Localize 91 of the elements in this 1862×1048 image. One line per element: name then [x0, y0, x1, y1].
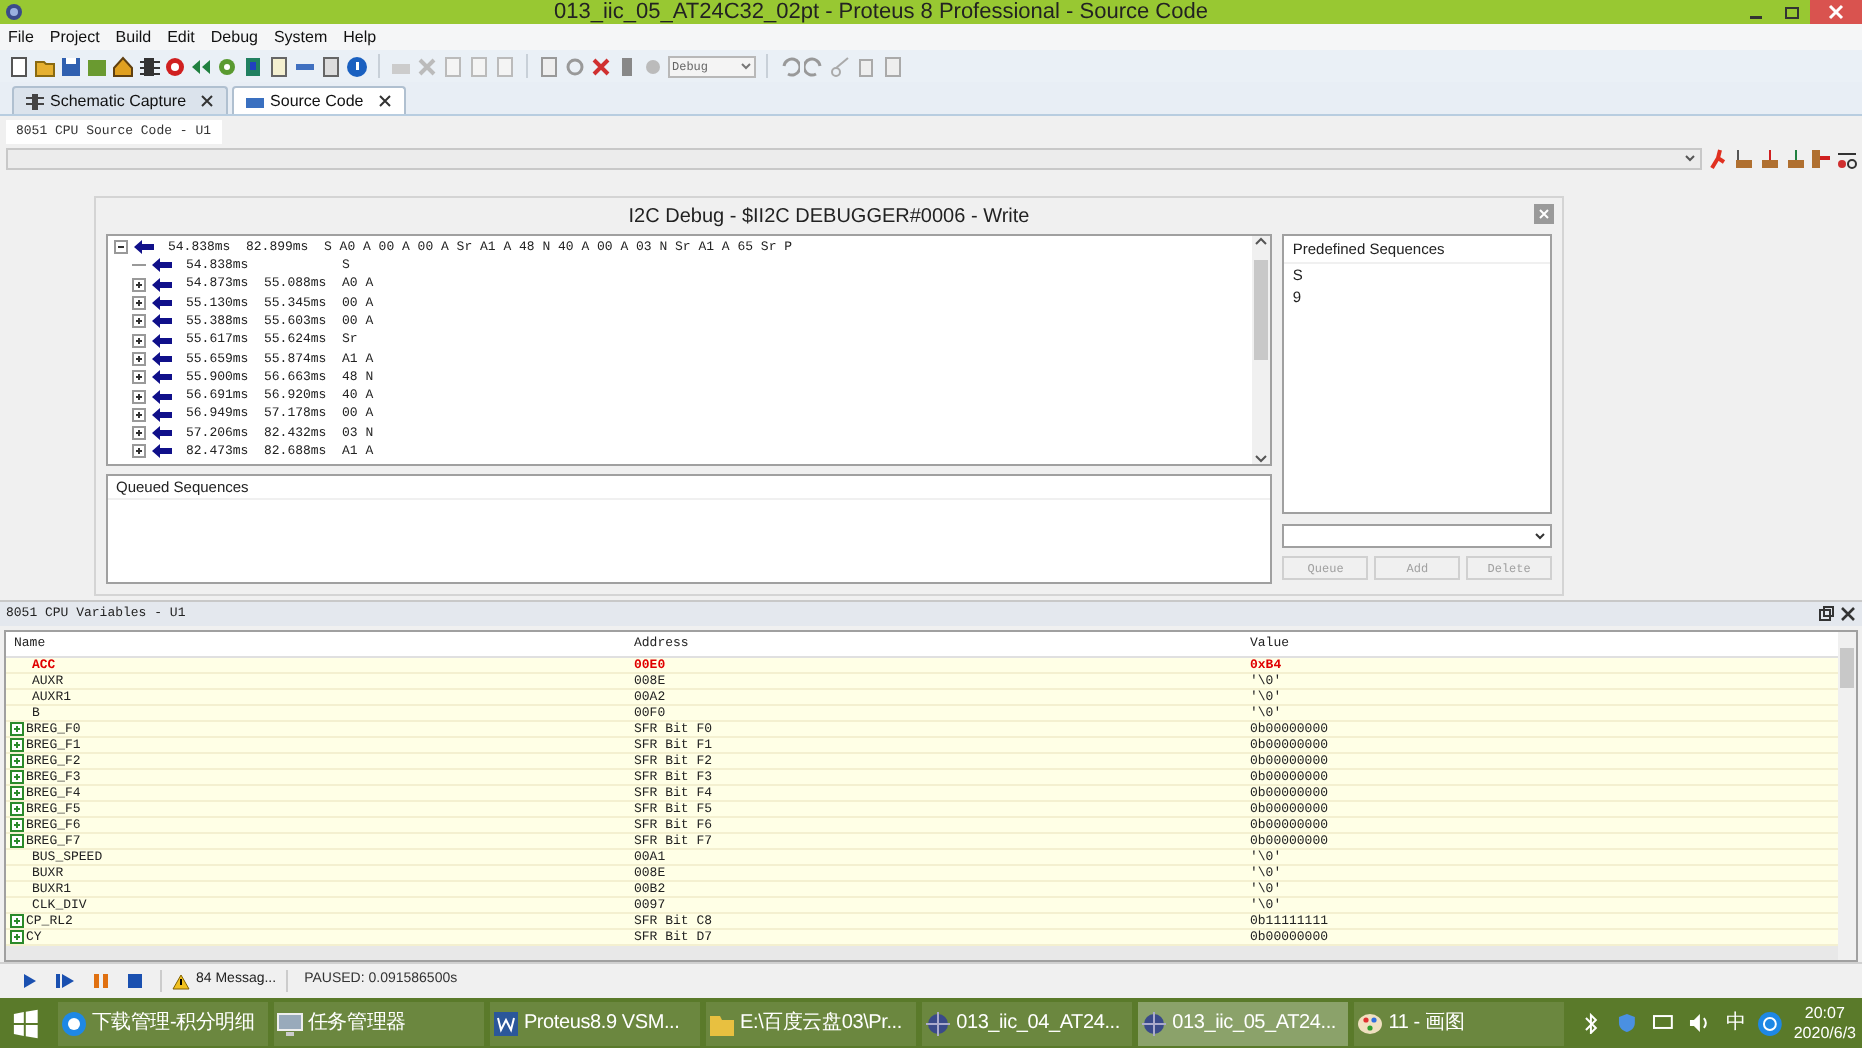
caret-icon	[1534, 530, 1546, 542]
close-icon[interactable]	[1840, 606, 1856, 622]
close-icon[interactable]	[200, 94, 215, 108]
menu-item[interactable]: File	[8, 25, 34, 49]
network-icon[interactable]	[1652, 1012, 1675, 1034]
menu-item[interactable]: Edit	[167, 25, 195, 49]
document-icon	[491, 1009, 520, 1037]
vertical-scrollbar[interactable]	[1838, 632, 1856, 960]
clock-time[interactable]: 20:07	[1804, 1003, 1845, 1023]
app-tray-icon[interactable]	[1757, 1011, 1782, 1035]
stop-icon[interactable]	[126, 972, 144, 990]
taskbar-button[interactable]: 11 - 画图	[1354, 1001, 1565, 1045]
sequence-dropdown[interactable]	[1282, 524, 1552, 548]
expand-toggle-icon[interactable]	[132, 444, 146, 459]
app-logo-icon	[4, 2, 24, 22]
expand-toggle-icon[interactable]	[10, 914, 24, 928]
expand-toggle-icon[interactable]	[10, 754, 24, 768]
expand-toggle-icon[interactable]	[132, 333, 146, 348]
document-icon[interactable]	[8, 55, 30, 77]
close-button[interactable]	[1810, 0, 1862, 24]
tab[interactable]: Source Code	[232, 86, 406, 114]
expand-toggle-icon[interactable]	[10, 738, 24, 752]
taskbar-button[interactable]: 013_iic_04_AT24...	[922, 1001, 1133, 1045]
expand-toggle-icon[interactable]	[10, 834, 24, 848]
expand-toggle-icon[interactable]	[132, 370, 146, 385]
expand-toggle-icon[interactable]	[132, 296, 146, 311]
play-icon[interactable]	[20, 972, 38, 990]
step-out-icon[interactable]	[1784, 147, 1806, 169]
globe-icon	[59, 1009, 88, 1037]
redo-icon[interactable]	[804, 55, 826, 77]
expand-toggle-icon[interactable]	[10, 786, 24, 800]
expand-toggle-icon[interactable]	[10, 802, 24, 816]
folder-icon[interactable]	[34, 55, 56, 77]
expand-toggle-icon[interactable]	[132, 389, 146, 404]
home-icon[interactable]	[112, 55, 134, 77]
window-title: 013_iic_05_AT24C32_02pt - Proteus 8 Professional - Source Code	[552, 0, 1210, 24]
restore-icon[interactable]	[1782, 2, 1802, 22]
undo-icon[interactable]	[778, 55, 800, 77]
cross-icon[interactable]	[590, 55, 612, 77]
expand-toggle-icon[interactable]	[10, 722, 24, 736]
expand-toggle-icon[interactable]	[132, 351, 146, 366]
expand-toggle-icon[interactable]	[10, 930, 24, 944]
tab[interactable]: Schematic Capture	[12, 86, 229, 114]
close-button[interactable]	[1534, 204, 1554, 224]
expand-toggle-icon[interactable]	[10, 770, 24, 784]
arrows-icon[interactable]	[190, 55, 212, 77]
vertical-scrollbar[interactable]	[1252, 236, 1271, 464]
horizontal-scrollbar[interactable]	[6, 946, 1838, 960]
input-method-indicator[interactable]: 中	[1725, 1008, 1746, 1038]
speaker-icon[interactable]	[1688, 1012, 1710, 1034]
close-icon	[1538, 208, 1550, 220]
taskbar-button[interactable]: Proteus8.9 VSM...	[489, 1001, 701, 1045]
expand-toggle-icon[interactable]	[132, 277, 146, 292]
expand-toggle-icon[interactable]	[132, 407, 146, 422]
menu-item[interactable]: System	[273, 25, 328, 49]
step-icon[interactable]	[54, 972, 76, 990]
runner-icon[interactable]	[1706, 147, 1728, 169]
caret-icon	[1684, 152, 1696, 164]
collapse-toggle-icon[interactable]	[114, 240, 128, 255]
menu-item[interactable]: Debug	[210, 25, 258, 49]
expand-toggle-icon[interactable]	[10, 818, 24, 832]
window-icon	[246, 93, 265, 109]
board-icon[interactable]	[242, 55, 264, 77]
bluetooth-icon[interactable]	[1580, 1012, 1603, 1034]
step-into-icon[interactable]	[1758, 147, 1780, 169]
close-icon	[1828, 4, 1844, 20]
dialog-title: I2C Debug - $II2C DEBUGGER#0006 - Write	[626, 203, 1032, 231]
expand-toggle-icon[interactable]	[132, 426, 146, 441]
save-icon[interactable]	[60, 55, 82, 77]
expand-toggle-icon[interactable]	[132, 314, 146, 329]
taskbar-button[interactable]: 下载管理-积分明细	[57, 1001, 268, 1045]
pause-icon[interactable]	[92, 972, 110, 990]
menu-item[interactable]: Help	[343, 25, 377, 49]
taskbar-button[interactable]: 任务管理器	[273, 1001, 484, 1045]
close-icon[interactable]	[377, 94, 392, 108]
menu-item[interactable]: Project	[49, 25, 100, 49]
target-icon[interactable]	[164, 55, 186, 77]
taskbar-button[interactable]: E:\百度云盘03\Pr...	[706, 1001, 917, 1045]
clock-date[interactable]: 2020/6/3	[1793, 1023, 1856, 1043]
refresh-icon[interactable]	[564, 55, 586, 77]
scroll-down-icon[interactable]	[1254, 452, 1269, 464]
scroll-up-icon[interactable]	[1254, 236, 1269, 248]
step-over-icon[interactable]	[1732, 147, 1754, 169]
monitor-icon	[275, 1009, 304, 1037]
run-to-icon[interactable]	[1810, 147, 1832, 169]
caret-icon	[740, 60, 752, 72]
palette-icon	[1356, 1009, 1385, 1037]
restore-icon[interactable]	[1818, 606, 1834, 622]
breakpoints-icon[interactable]	[1836, 147, 1858, 169]
menu-item[interactable]: Build	[115, 25, 152, 49]
warning-icon	[172, 973, 190, 989]
